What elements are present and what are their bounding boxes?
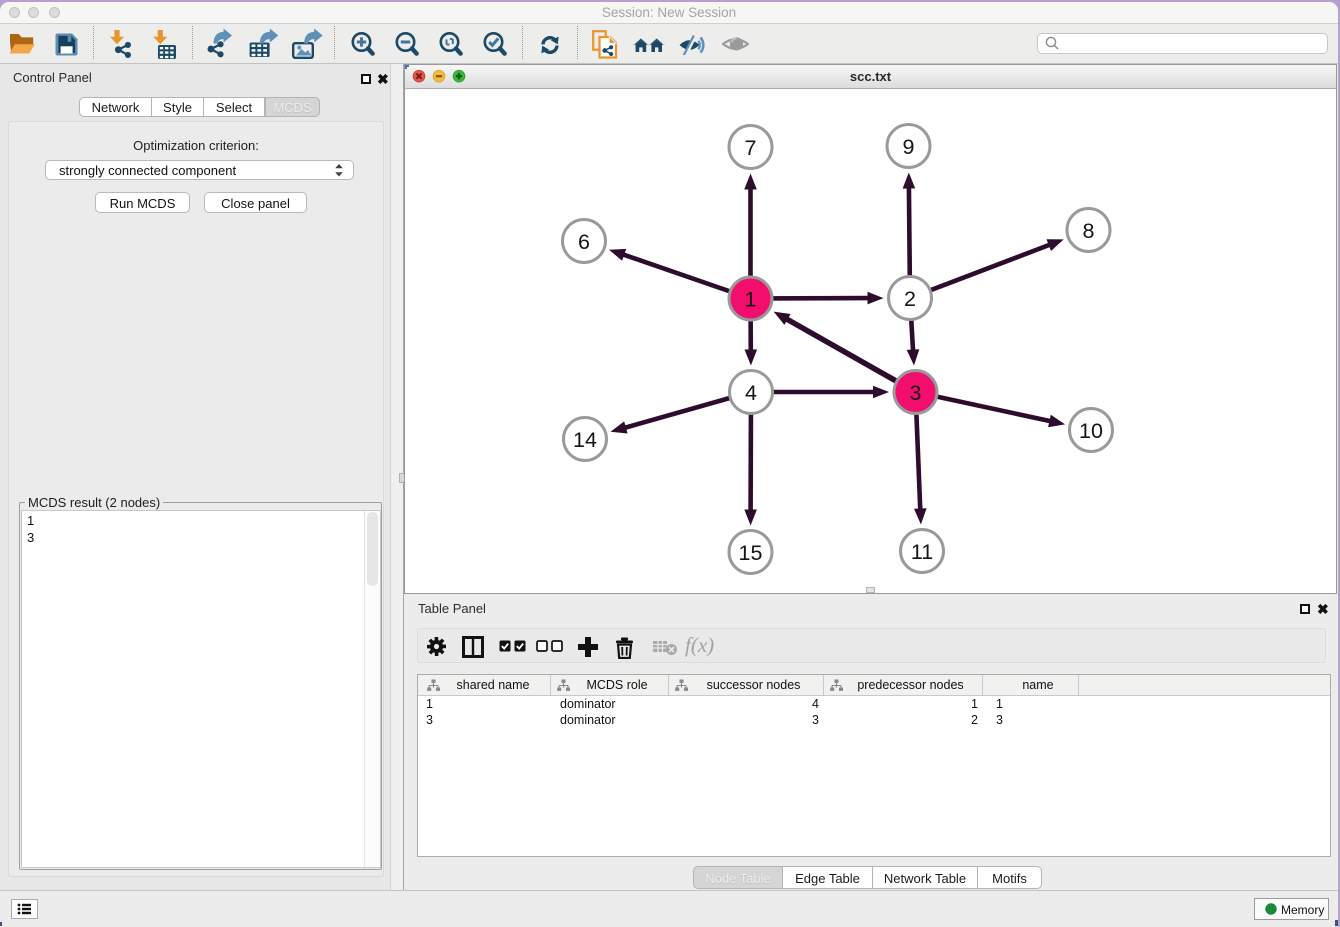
svg-text:9: 9 <box>903 135 915 159</box>
svg-text:8: 8 <box>1083 219 1095 243</box>
svg-text:1: 1 <box>745 287 757 311</box>
svg-text:4: 4 <box>745 381 757 405</box>
svg-text:10: 10 <box>1079 419 1103 443</box>
svg-text:6: 6 <box>578 230 590 254</box>
svg-text:3: 3 <box>910 381 922 405</box>
svg-text:2: 2 <box>904 287 916 311</box>
svg-text:7: 7 <box>745 136 757 160</box>
svg-text:14: 14 <box>573 428 597 452</box>
svg-text:15: 15 <box>739 541 763 565</box>
svg-text:11: 11 <box>911 540 933 564</box>
